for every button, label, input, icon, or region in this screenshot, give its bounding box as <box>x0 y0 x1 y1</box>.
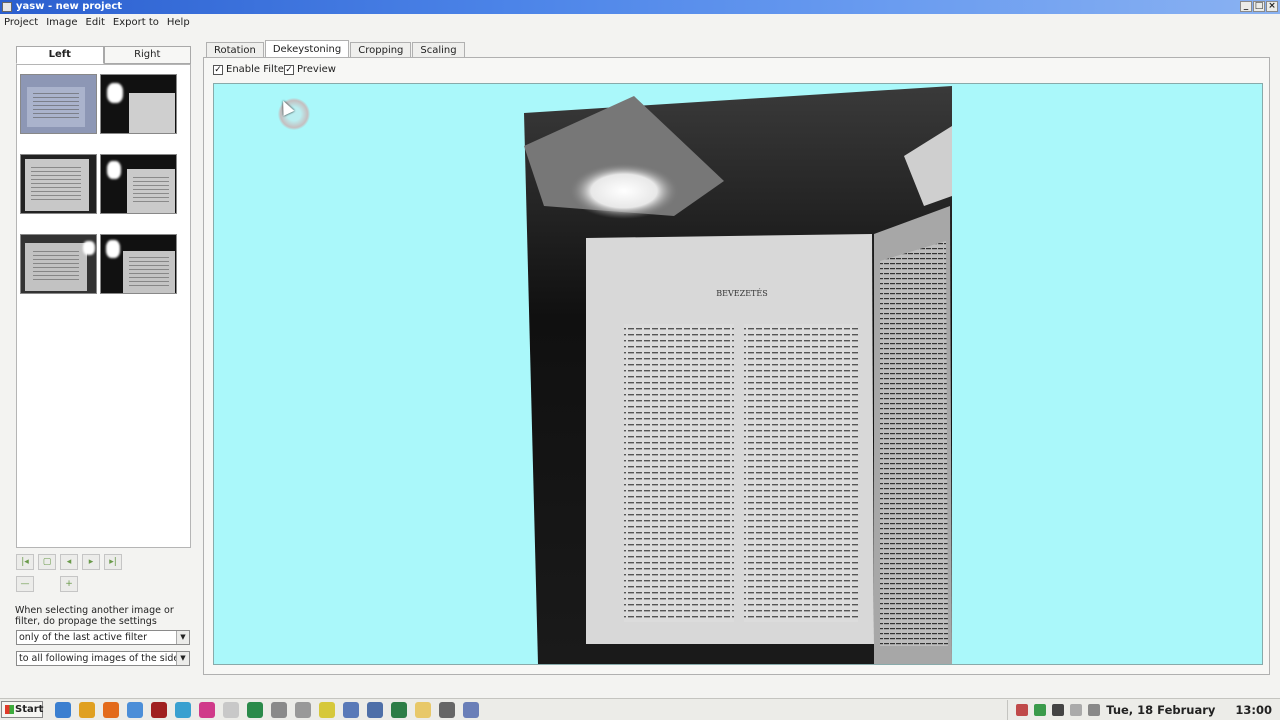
network-icon[interactable] <box>127 702 143 718</box>
side-tabs: Left Right <box>16 46 191 64</box>
preview-checkbox[interactable]: ✓ <box>284 64 294 75</box>
title-bar: yasw - new project _ □ × <box>0 0 1280 14</box>
first-image-icon[interactable]: |◂ <box>16 554 34 570</box>
app-icon[interactable] <box>175 702 191 718</box>
maximize-icon[interactable]: □ <box>1253 1 1265 12</box>
tab-right[interactable]: Right <box>103 46 191 64</box>
clock-time: 13:00 <box>1235 703 1272 717</box>
thumbnail-image[interactable] <box>20 154 97 214</box>
propagate-images-value: to all following images of the side <box>19 653 180 664</box>
enable-filter-checkbox[interactable]: ✓ <box>213 64 223 75</box>
propagate-filter-value: only of the last active filter <box>19 632 148 643</box>
propagate-filter-select[interactable]: only of the last active filter ▼ <box>16 630 190 645</box>
tab-left[interactable]: Left <box>16 46 104 64</box>
previous-image-icon[interactable]: ◂ <box>60 554 78 570</box>
tab-scaling[interactable]: Scaling <box>412 42 465 57</box>
enable-filter-option[interactable]: ✓ Enable Filter <box>213 64 288 75</box>
spreadsheet-icon[interactable] <box>247 702 263 718</box>
folder-icon[interactable] <box>415 702 431 718</box>
app-icon[interactable] <box>199 702 215 718</box>
thumbnail-image[interactable] <box>100 154 177 214</box>
tab-rotation[interactable]: Rotation <box>206 42 264 57</box>
remove-image-icon[interactable]: — <box>16 576 34 592</box>
preview-canvas[interactable]: BEVEZETÉS <box>213 83 1263 665</box>
tray-arrow-icon[interactable] <box>1016 704 1029 716</box>
menu-edit[interactable]: Edit <box>86 17 111 28</box>
document-icon[interactable] <box>223 702 239 718</box>
propagate-images-select[interactable]: to all following images of the side ▼ <box>16 651 190 666</box>
app-icon[interactable] <box>343 702 359 718</box>
windows-logo-icon <box>5 705 14 714</box>
chevron-down-icon[interactable]: ▼ <box>176 652 189 665</box>
navigation-row-1: |◂ ▢ ◂ ▸ ▸| <box>16 554 122 570</box>
start-label: Start <box>15 704 44 715</box>
taskbar: Start Tue, 18 February 13:00 <box>0 698 1280 720</box>
preview-option[interactable]: ✓ Preview <box>284 64 336 75</box>
window-title: yasw - new project <box>16 1 123 12</box>
quick-launch <box>55 702 479 718</box>
clock-date: Tue, 18 February <box>1106 703 1216 717</box>
tab-dekeystoning[interactable]: Dekeystoning <box>264 40 350 57</box>
thumbnail-image[interactable] <box>100 234 177 294</box>
book-photo: BEVEZETÉS <box>524 86 952 664</box>
folder-icon[interactable] <box>295 702 311 718</box>
thumbnail-image[interactable] <box>20 74 97 134</box>
thumbnail-image[interactable] <box>20 234 97 294</box>
minimize-icon[interactable]: _ <box>1240 1 1252 12</box>
tab-cropping[interactable]: Cropping <box>350 42 412 57</box>
word-icon[interactable] <box>367 702 383 718</box>
menu-bar: Project Image Edit Export to Help <box>0 14 1280 31</box>
menu-export-to[interactable]: Export to <box>113 17 165 28</box>
chevron-down-icon[interactable]: ▼ <box>176 631 189 644</box>
system-tray: Tue, 18 February 13:00 <box>1007 700 1280 720</box>
app-icon <box>2 2 12 12</box>
thumbnail-image[interactable] <box>100 74 177 134</box>
filter-tabs: Rotation Dekeystoning Cropping Scaling <box>206 40 466 57</box>
app-icon[interactable] <box>151 702 167 718</box>
menu-help[interactable]: Help <box>167 17 196 28</box>
volume-icon[interactable] <box>1070 704 1083 716</box>
word-icon[interactable] <box>463 702 479 718</box>
gear-icon[interactable] <box>1052 704 1065 716</box>
tray-app-icon[interactable] <box>1034 704 1047 716</box>
blank-page-icon[interactable]: ▢ <box>38 554 56 570</box>
menu-image[interactable]: Image <box>46 17 83 28</box>
next-image-icon[interactable]: ▸ <box>82 554 100 570</box>
window-icon[interactable] <box>439 702 455 718</box>
navigation-row-2: — + <box>16 576 78 592</box>
start-button[interactable]: Start <box>1 701 43 718</box>
last-image-icon[interactable]: ▸| <box>104 554 122 570</box>
add-image-icon[interactable]: + <box>60 576 78 592</box>
chrome-icon[interactable] <box>79 702 95 718</box>
enable-filter-label: Enable Filter <box>226 64 289 75</box>
window-controls: _ □ × <box>1240 1 1278 12</box>
excel-icon[interactable] <box>391 702 407 718</box>
propagate-settings-label: When selecting another image or filter, … <box>15 605 174 627</box>
preview-label: Preview <box>297 64 336 75</box>
network-icon[interactable] <box>1088 704 1101 716</box>
browser-icon[interactable] <box>55 702 71 718</box>
app-icon[interactable] <box>271 702 287 718</box>
thumbnail-list <box>16 64 191 548</box>
app-icon[interactable] <box>319 702 335 718</box>
firefox-icon[interactable] <box>103 702 119 718</box>
page-heading-text: BEVEZETÉS <box>716 289 767 298</box>
menu-project[interactable]: Project <box>4 17 44 28</box>
close-icon[interactable]: × <box>1266 1 1278 12</box>
